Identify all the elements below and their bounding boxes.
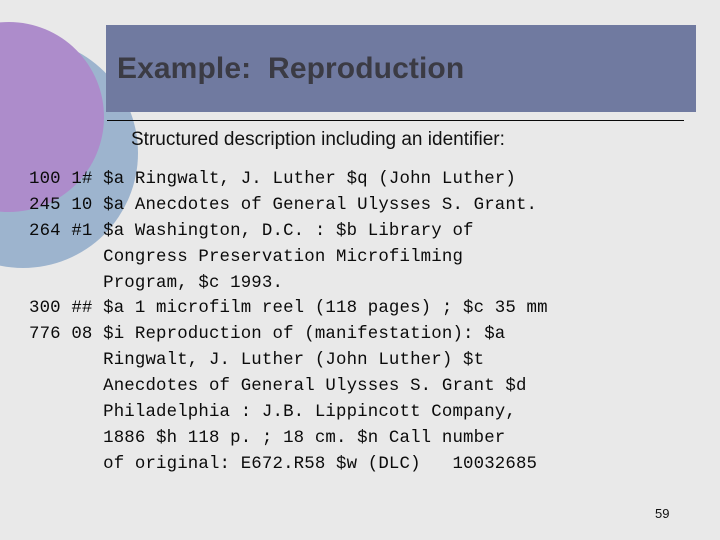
marc-record-line: 100 1# $a Ringwalt, J. Luther $q (John L… (29, 170, 516, 189)
page-title: Example: Reproduction (117, 51, 465, 85)
marc-record-line: Philadelphia : J.B. Lippincott Company, (29, 403, 516, 423)
marc-record-line: 245 10 $a Anecdotes of General Ulysses S… (29, 195, 538, 215)
subtitle-text: Structured description including an iden… (131, 129, 505, 150)
marc-record-line: Congress Preservation Microfilming (29, 247, 464, 267)
marc-record-block: 100 1# $a Ringwalt, J. Luther $q (John L… (29, 167, 709, 478)
slide-canvas: Example: Reproduction Structured descrip… (0, 0, 720, 540)
marc-record-line: 776 08 $i Reproduction of (manifestation… (29, 325, 506, 345)
title-divider-rule (107, 120, 684, 121)
marc-record-line: Program, $c 1993. (29, 273, 284, 293)
title-banner: Example: Reproduction (106, 25, 696, 112)
marc-record-line: Ringwalt, J. Luther (John Luther) $t (29, 351, 485, 371)
page-number: 59 (655, 506, 670, 521)
marc-record-line: 300 ## $a 1 microfilm reel (118 pages) ;… (29, 299, 548, 319)
marc-record-line: 1886 $h 118 p. ; 18 cm. $n Call number (29, 428, 506, 448)
marc-record-line: 264 #1 $a Washington, D.C. : $b Library … (29, 221, 474, 241)
marc-record-line: of original: E672.R58 $w (DLC) 10032685 (29, 454, 538, 474)
marc-record-line: Anecdotes of General Ulysses S. Grant $d (29, 377, 527, 397)
